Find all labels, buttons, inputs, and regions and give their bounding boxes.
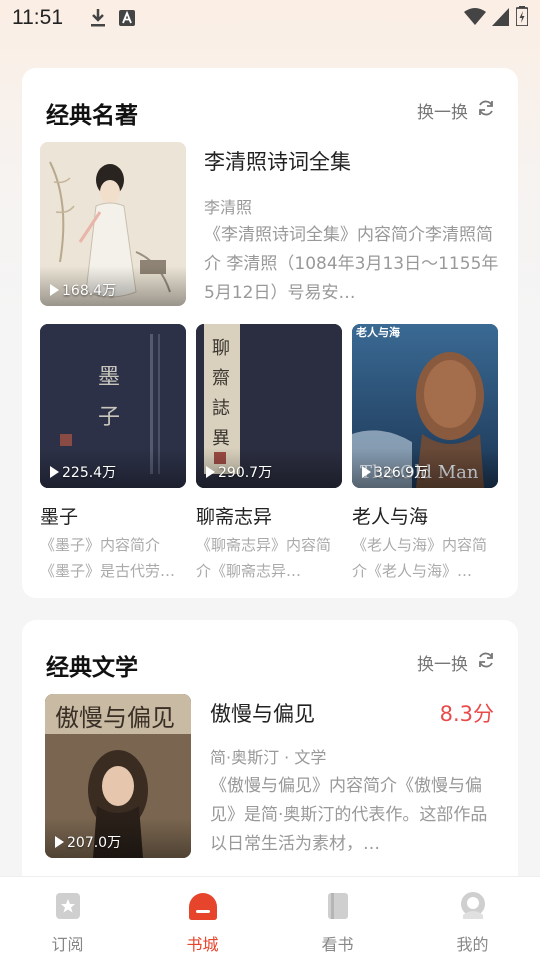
profile-icon bbox=[458, 891, 488, 925]
book-cover-mozi[interactable]: 墨 子 225.4万 bbox=[40, 324, 186, 488]
book-description: 《老人与海》内容简介《老人与海》… bbox=[352, 536, 488, 580]
play-count-value: 225.4万 bbox=[62, 465, 117, 481]
book-title[interactable]: 聊斋志异 bbox=[196, 502, 272, 529]
book-icon bbox=[323, 891, 353, 925]
refresh-icon bbox=[476, 98, 496, 123]
refresh-button[interactable]: 换一换 bbox=[417, 650, 496, 675]
book-title[interactable]: 老人与海 bbox=[352, 502, 428, 529]
play-icon bbox=[50, 466, 59, 478]
download-icon bbox=[89, 8, 107, 28]
svg-text:子: 子 bbox=[98, 405, 120, 430]
section-classic-literature: 经典文学 换一换 傲慢与偏见 207.0万 傲慢与偏见 8.3分 简·奥斯汀 ·… bbox=[22, 620, 518, 920]
book-description: 《墨子》内容简介《墨子》是古代劳… bbox=[40, 536, 176, 580]
bookstore-icon bbox=[187, 891, 219, 925]
book-title[interactable]: 傲慢与偏见 bbox=[210, 698, 315, 728]
play-count-value: 207.0万 bbox=[67, 835, 122, 851]
refresh-icon bbox=[476, 650, 496, 675]
tab-read[interactable]: 看书 bbox=[270, 877, 405, 960]
tab-subscribe[interactable]: 订阅 bbox=[0, 877, 135, 960]
book-title[interactable]: 墨子 bbox=[40, 502, 78, 529]
svg-text:傲慢与偏见: 傲慢与偏见 bbox=[55, 704, 175, 732]
battery-charging-icon bbox=[515, 6, 529, 31]
play-count: 225.4万 bbox=[50, 462, 116, 482]
status-time: 11:51 bbox=[12, 6, 63, 29]
book-description: 《聊斋志异》内容简介《聊斋志异… bbox=[196, 536, 332, 580]
play-count: 290.7万 bbox=[206, 462, 272, 482]
book-description: 《李清照诗词全集》内容简介李清照简介 李清照（1084年3月13日～1155年5… bbox=[204, 225, 499, 303]
signal-icon bbox=[492, 7, 510, 31]
tab-label: 看书 bbox=[321, 935, 354, 954]
star-bookmark-icon bbox=[53, 891, 83, 925]
bottom-tab-bar: 订阅 书城 看书 我的 bbox=[0, 876, 540, 960]
tab-label: 我的 bbox=[456, 935, 489, 954]
svg-text:誌: 誌 bbox=[212, 398, 230, 419]
play-count-value: 326.9万 bbox=[374, 465, 429, 481]
notification-a-icon bbox=[119, 10, 135, 26]
book-description: 《傲慢与偏见》内容简介《傲慢与偏见》是简·奥斯汀的代表作。这部作品以日常生活为素… bbox=[210, 776, 488, 854]
status-bar: 11:51 bbox=[0, 0, 540, 36]
play-count-value: 168.4万 bbox=[62, 283, 117, 299]
tab-bookstore[interactable]: 书城 bbox=[135, 877, 270, 960]
book-score: 8.3分 bbox=[439, 702, 494, 726]
svg-text:異: 異 bbox=[212, 428, 230, 449]
book-cover-liaozhai[interactable]: 聊 齋 誌 異 290.7万 bbox=[196, 324, 342, 488]
refresh-button[interactable]: 换一换 bbox=[417, 98, 496, 123]
play-icon bbox=[362, 466, 371, 478]
svg-text:齋: 齋 bbox=[212, 368, 230, 389]
book-cover-li-qingzhao[interactable]: 168.4万 bbox=[40, 142, 186, 306]
play-count: 326.9万 bbox=[362, 462, 428, 482]
tab-profile[interactable]: 我的 bbox=[405, 877, 540, 960]
play-icon bbox=[55, 836, 64, 848]
section-title: 经典名著 bbox=[46, 102, 138, 128]
play-count-value: 290.7万 bbox=[218, 465, 273, 481]
book-cover-pride-and-prejudice[interactable]: 傲慢与偏见 207.0万 bbox=[45, 694, 191, 858]
tab-label: 订阅 bbox=[51, 935, 84, 954]
book-title[interactable]: 李清照诗词全集 bbox=[204, 146, 351, 176]
book-cover-old-man-and-sea[interactable]: 老人与海 The Old Man 326.9万 bbox=[352, 324, 498, 488]
svg-text:墨: 墨 bbox=[98, 365, 120, 390]
play-icon bbox=[50, 284, 59, 296]
section-title: 经典文学 bbox=[46, 654, 138, 680]
refresh-label: 换一换 bbox=[417, 655, 468, 675]
tab-label: 书城 bbox=[186, 935, 219, 954]
book-author: 李清照 bbox=[204, 198, 253, 217]
svg-text:聊: 聊 bbox=[212, 338, 230, 359]
play-icon bbox=[206, 466, 215, 478]
section-classic-masterpieces: 经典名著 换一换 168.4万 李清照诗词全集 李清照 《李清照诗词全集》内容简… bbox=[22, 68, 518, 598]
play-count: 207.0万 bbox=[55, 832, 121, 852]
wifi-icon bbox=[464, 7, 486, 31]
book-author: 简·奥斯汀 · 文学 bbox=[210, 748, 327, 767]
play-count: 168.4万 bbox=[50, 280, 116, 300]
refresh-label: 换一换 bbox=[417, 103, 468, 123]
svg-text:老人与海: 老人与海 bbox=[355, 325, 400, 339]
